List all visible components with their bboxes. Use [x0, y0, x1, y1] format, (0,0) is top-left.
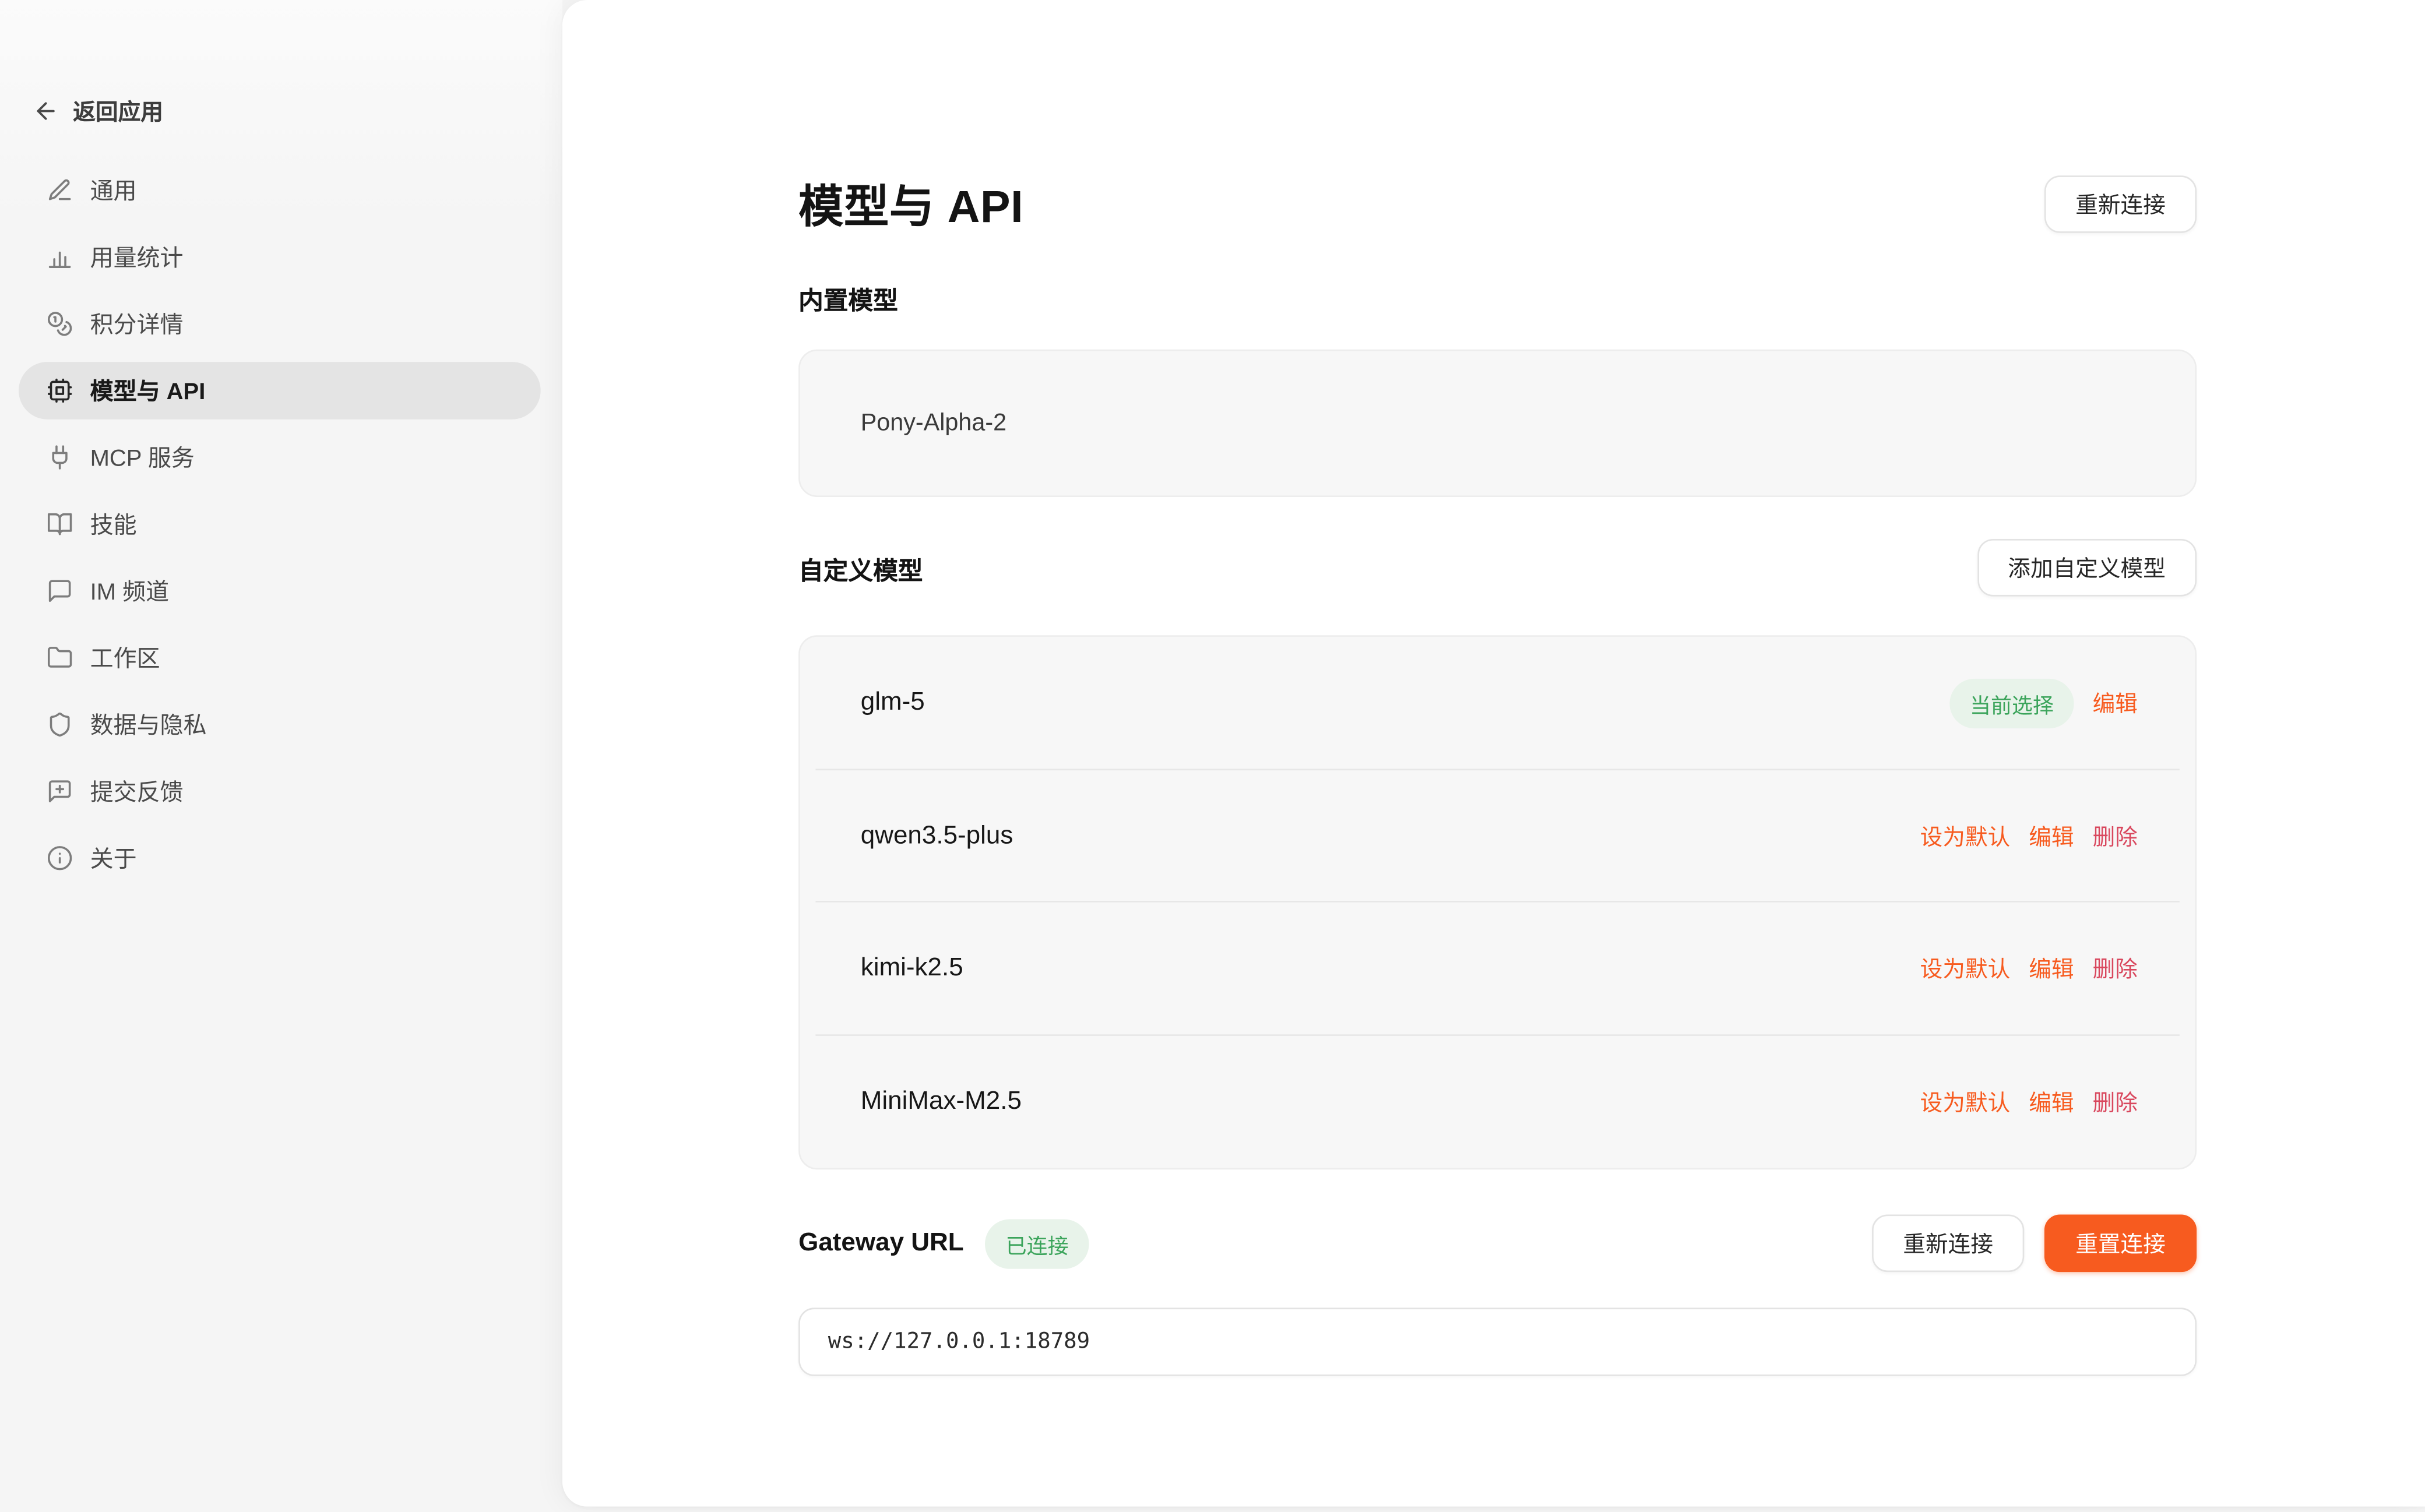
- message-square-plus-icon: [47, 778, 73, 804]
- page-header: 模型与 API 重新连接: [798, 171, 2197, 236]
- builtin-models-card: Pony-Alpha-2: [798, 350, 2197, 497]
- model-name: qwen3.5-plus: [861, 821, 1013, 851]
- builtin-models-label: 内置模型: [798, 280, 2197, 317]
- sidebar-item-models-api[interactable]: 模型与 API: [19, 362, 541, 420]
- sidebar-item-usage-stats[interactable]: 用量统计: [19, 228, 541, 286]
- builtin-model-name: Pony-Alpha-2: [861, 409, 1006, 437]
- set-default-link[interactable]: 设为默认: [1920, 1085, 2011, 1118]
- sidebar-item-label: 关于: [90, 842, 137, 875]
- sidebar-item-label: 用量统计: [90, 241, 184, 273]
- info-icon: [47, 845, 73, 871]
- plug-icon: [47, 444, 73, 470]
- model-row-actions: 设为默认 编辑 删除: [1920, 820, 2138, 852]
- sidebar-item-label: 模型与 API: [90, 374, 206, 407]
- arrow-left-icon: [33, 97, 59, 124]
- connected-status-badge: 已连接: [986, 1218, 1089, 1268]
- sidebar-item-label: MCP 服务: [90, 441, 195, 474]
- sidebar-item-skills[interactable]: 技能: [19, 495, 541, 553]
- sidebar-item-label: 提交反馈: [90, 775, 184, 808]
- sidebar-item-general[interactable]: 通用: [19, 161, 541, 219]
- cpu-icon: [47, 378, 73, 404]
- message-square-icon: [47, 578, 73, 604]
- add-custom-model-button[interactable]: 添加自定义模型: [1977, 539, 2197, 597]
- sidebar-item-label: 数据与隐私: [90, 709, 207, 741]
- folder-icon: [47, 644, 73, 671]
- gateway-url-input[interactable]: [798, 1307, 2197, 1376]
- sidebar-item-label: 积分详情: [90, 308, 184, 340]
- model-row-actions: 设为默认 编辑 删除: [1920, 953, 2138, 985]
- model-row: MiniMax-M2.5 设为默认 编辑 删除: [800, 1035, 2195, 1168]
- shield-icon: [47, 711, 73, 738]
- delete-link[interactable]: 删除: [2093, 820, 2138, 852]
- custom-models-header: 自定义模型 添加自定义模型: [798, 539, 2197, 597]
- main-content: 模型与 API 重新连接 内置模型 Pony-Alpha-2 自定义模型 添加自…: [798, 0, 2197, 1376]
- back-to-app-label: 返回应用: [73, 94, 163, 126]
- sidebar-item-label: 技能: [90, 508, 137, 541]
- sidebar-item-data-privacy[interactable]: 数据与隐私: [19, 696, 541, 753]
- edit-link[interactable]: 编辑: [2093, 687, 2138, 720]
- reset-connection-button[interactable]: 重置连接: [2044, 1214, 2197, 1272]
- model-name: MiniMax-M2.5: [861, 1087, 1022, 1116]
- sidebar-item-feedback[interactable]: 提交反馈: [19, 763, 541, 820]
- gateway-url-label: Gateway URL: [798, 1228, 964, 1258]
- sidebar-item-label: 通用: [90, 174, 137, 207]
- model-row-actions: 设为默认 编辑 删除: [1920, 1085, 2138, 1118]
- reconnect-button[interactable]: 重新连接: [1872, 1214, 2024, 1272]
- custom-models-label: 自定义模型: [798, 549, 923, 586]
- edit-link[interactable]: 编辑: [2029, 953, 2074, 985]
- sidebar-item-mcp[interactable]: MCP 服务: [19, 429, 541, 487]
- main-panel: 模型与 API 重新连接 内置模型 Pony-Alpha-2 自定义模型 添加自…: [562, 0, 2425, 1506]
- sidebar-nav: 通用 用量统计 积分详情 模型与 API: [0, 161, 562, 887]
- edit-link[interactable]: 编辑: [2029, 820, 2074, 852]
- current-selection-badge: 当前选择: [1949, 678, 2074, 728]
- sidebar-item-credits[interactable]: 积分详情: [19, 295, 541, 353]
- pencil-icon: [47, 177, 73, 203]
- model-name: kimi-k2.5: [861, 954, 963, 984]
- page-title: 模型与 API: [798, 171, 1023, 236]
- sidebar-item-about[interactable]: 关于: [19, 829, 541, 887]
- bar-chart-icon: [47, 244, 73, 270]
- back-to-app-button[interactable]: 返回应用: [33, 89, 163, 132]
- model-row-actions: 当前选择 编辑: [1949, 678, 2138, 728]
- set-default-link[interactable]: 设为默认: [1920, 820, 2011, 852]
- set-default-link[interactable]: 设为默认: [1920, 953, 2011, 985]
- gateway-row: Gateway URL 已连接 重新连接 重置连接: [798, 1214, 2197, 1272]
- sidebar: 返回应用 通用 用量统计 积分详情: [0, 0, 562, 1512]
- model-name: glm-5: [861, 689, 925, 718]
- delete-link[interactable]: 删除: [2093, 953, 2138, 985]
- delete-link[interactable]: 删除: [2093, 1085, 2138, 1118]
- sidebar-item-im-channels[interactable]: IM 频道: [19, 562, 541, 620]
- coins-icon: [47, 311, 73, 337]
- sidebar-item-workspace[interactable]: 工作区: [19, 629, 541, 687]
- book-open-icon: [47, 511, 73, 537]
- edit-link[interactable]: 编辑: [2029, 1085, 2074, 1118]
- reconnect-button-top[interactable]: 重新连接: [2044, 175, 2197, 232]
- sidebar-item-label: IM 频道: [90, 575, 170, 607]
- sidebar-item-label: 工作区: [90, 642, 160, 674]
- custom-models-list: glm-5 当前选择 编辑 qwen3.5-plus 设为默认 编辑 删除: [798, 635, 2197, 1169]
- gateway-buttons: 重新连接 重置连接: [1872, 1214, 2197, 1272]
- model-row: glm-5 当前选择 编辑: [800, 637, 2195, 770]
- model-row: kimi-k2.5 设为默认 编辑 删除: [800, 903, 2195, 1035]
- model-row: qwen3.5-plus 设为默认 编辑 删除: [800, 770, 2195, 903]
- settings-window: 返回应用 通用 用量统计 积分详情: [0, 0, 2425, 1512]
